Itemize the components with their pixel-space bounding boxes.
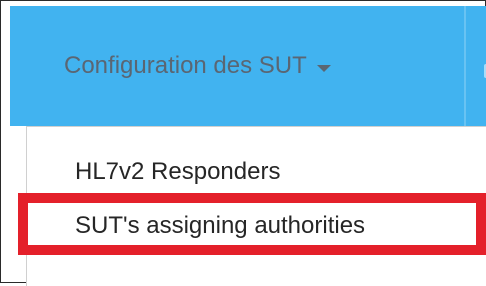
top-navbar: Configuration des SUT (10, 6, 486, 126)
configuration-menu-label: Configuration des SUT (64, 52, 307, 79)
configuration-menu-toggle[interactable]: Configuration des SUT (36, 6, 359, 126)
configuration-dropdown-menu: HL7v2 Responders SUT's assigning authori… (26, 126, 486, 286)
menu-item-hl7v2-responders[interactable]: HL7v2 Responders (75, 158, 280, 186)
navbar-divider (464, 6, 466, 126)
menu-item-sut-assigning-authorities[interactable]: SUT's assigning authorities (75, 212, 365, 240)
caret-down-icon (316, 64, 331, 72)
